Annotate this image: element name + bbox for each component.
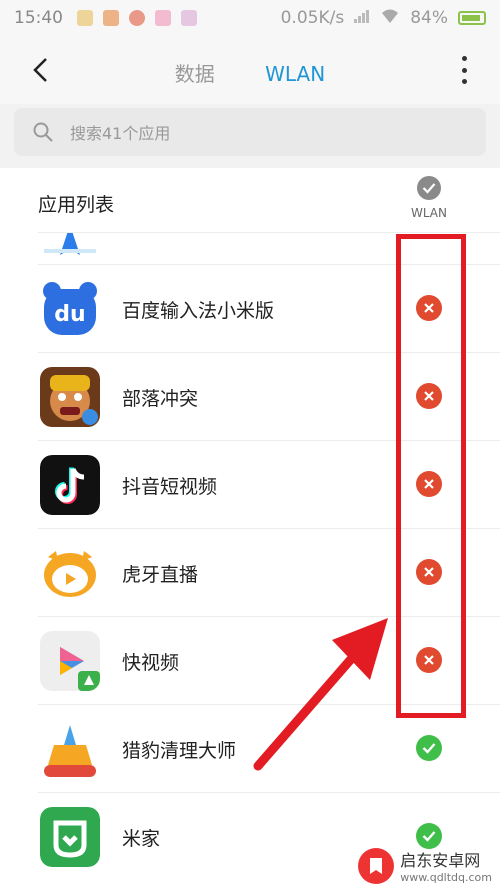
huya-app-icon [40,543,100,603]
kuai-video-app-icon [40,631,100,691]
app-name: 虎牙直播 [122,564,199,586]
search-input[interactable]: 搜索41个应用 [14,108,486,156]
app-name: 部落冲突 [122,388,199,410]
app-name: 猎豹清理大师 [122,740,237,762]
svg-text:du: du [54,302,85,327]
notification-icon [103,10,119,26]
signal-icon [354,8,370,28]
notification-icons [77,10,197,26]
status-time: 15:40 [14,8,63,28]
notification-icon [155,10,171,26]
tab-wlan[interactable]: WLAN [265,62,325,86]
watermark: 启东安卓网 www.qdltdq.com [358,847,492,884]
search-section: 搜索41个应用 [0,104,500,168]
notification-icon [77,10,93,26]
watermark-url: www.qdltdq.com [400,871,492,884]
app-name: 百度输入法小米版 [122,300,275,322]
network-speed: 0.05K/s [280,8,345,28]
wlan-allowed-toggle[interactable] [416,735,442,761]
wlan-column-label: WLAN [410,206,447,220]
more-dot [461,56,467,61]
tab-data[interactable]: 数据 [175,58,215,87]
wifi-icon [380,8,400,29]
more-dot [461,67,467,73]
battery-icon [458,11,486,25]
wlan-allowed-toggle[interactable] [416,823,442,849]
search-placeholder: 搜索41个应用 [70,124,171,143]
more-dot [461,79,467,84]
watermark-logo [358,847,395,884]
check-icon [422,831,436,842]
baidu-ime-app-icon: du [40,279,100,339]
app-name: 米家 [122,828,161,850]
cleanmaster-app-icon [40,719,100,779]
search-icon [33,122,53,142]
clash-of-clans-app-icon [40,367,100,427]
status-bar: 15:40 0.05K/s 84% [0,0,500,36]
app-name: 抖音短视频 [122,476,218,498]
more-menu-button[interactable] [458,56,470,84]
check-icon [422,743,436,754]
douyin-app-icon [40,455,100,515]
mijia-app-icon [40,807,100,867]
watermark-text: 启东安卓网 www.qdltdq.com [400,847,492,884]
top-nav: 数据 WLAN [0,36,500,104]
app-name: 快视频 [122,652,180,674]
watermark-name: 启东安卓网 [400,851,481,870]
tab-bar: 数据 WLAN [0,58,500,87]
select-all-check-icon[interactable] [417,176,441,200]
battery-level: 84% [410,8,448,28]
highlight-box-annotation [396,234,466,718]
maps-app-icon [44,233,96,255]
row-divider [38,792,500,793]
notification-icon [129,10,145,26]
notification-icon [181,10,197,26]
list-header: 应用列表 [38,194,115,216]
wlan-column-header[interactable]: WLAN [398,176,460,220]
